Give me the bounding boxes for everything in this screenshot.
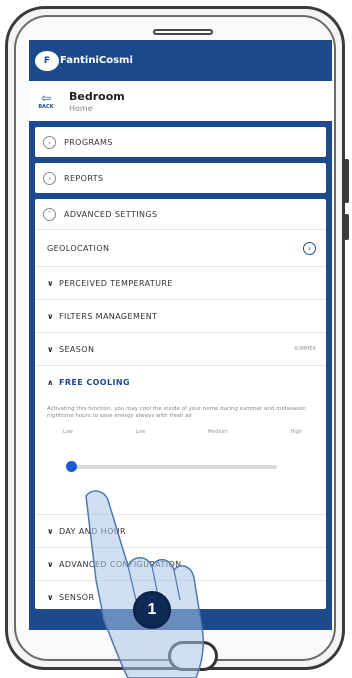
row-label: FILTERS MANAGEMENT xyxy=(59,311,158,321)
chevron-down-icon: ∨ xyxy=(47,592,54,602)
menu-item-reports[interactable]: › REPORTS xyxy=(35,163,326,193)
menu-label: ADVANCED SETTINGS xyxy=(64,209,158,219)
side-button xyxy=(344,214,349,240)
row-label: ADVANCED CONFIGURATION xyxy=(59,559,182,569)
level-label: High xyxy=(290,429,303,435)
chevron-up-icon: ˄ xyxy=(43,207,56,221)
sensor-row[interactable]: ∨ SENSOR xyxy=(35,581,326,613)
perceived-temperature-row[interactable]: ∨ PERCEIVED TEMPERATURE xyxy=(35,267,326,300)
level-label: Low xyxy=(135,429,146,435)
back-button[interactable]: ⇦ BACK xyxy=(29,81,63,121)
row-label: PERCEIVED TEMPERATURE xyxy=(59,278,173,288)
menu-label: REPORTS xyxy=(64,173,104,183)
chevron-up-icon: ∧ xyxy=(47,377,54,387)
day-and-hour-row[interactable]: ∨ DAY AND HOUR xyxy=(35,515,326,548)
step-badge: 1 xyxy=(133,591,171,629)
brand-name: FantiniCosmi xyxy=(60,55,133,66)
level-label: Medium xyxy=(207,429,228,435)
chevron-down-icon: ∨ xyxy=(47,344,54,354)
row-label: SEASON xyxy=(59,344,95,354)
back-icon: ⇦ xyxy=(40,91,52,105)
free-cooling-description: Activating this function, you may cool t… xyxy=(47,406,306,419)
chevron-right-icon[interactable]: › xyxy=(303,241,316,255)
chevron-down-icon: ∨ xyxy=(47,526,54,536)
side-button xyxy=(344,159,349,203)
row-label: GEOLOCATION xyxy=(47,243,110,253)
chevron-down-icon: ∨ xyxy=(47,559,54,569)
advanced-configuration-row[interactable]: ∨ ADVANCED CONFIGURATION xyxy=(35,548,326,581)
home-button[interactable] xyxy=(168,641,218,671)
chevron-right-icon: › xyxy=(43,135,56,149)
menu-item-programs[interactable]: › PROGRAMS xyxy=(35,127,326,157)
content-area: › PROGRAMS › REPORTS ˄ ADVANCED SETTINGS… xyxy=(29,127,332,609)
geolocation-row[interactable]: GEOLOCATION › xyxy=(35,230,326,267)
advanced-settings-panel: ˄ ADVANCED SETTINGS GEOLOCATION › ∨ PERC… xyxy=(35,199,326,609)
row-label: SENSOR xyxy=(59,592,95,602)
row-label: FREE COOLING xyxy=(59,377,130,387)
season-value: SUMMER xyxy=(293,346,316,352)
brand-logo-icon: F xyxy=(35,50,59,71)
page-title: Bedroom xyxy=(69,89,125,103)
menu-label: PROGRAMS xyxy=(64,137,113,147)
speaker-grille xyxy=(153,29,213,35)
level-label: Low xyxy=(63,429,73,435)
page-header: ⇦ BACK Bedroom Home xyxy=(29,81,332,121)
app-topbar: F FantiniCosmi xyxy=(29,40,332,81)
chevron-right-icon: › xyxy=(43,171,56,185)
free-cooling-slider-track[interactable] xyxy=(73,465,277,469)
phone-screen: F FantiniCosmi ⇦ BACK Bedroom Home › PRO… xyxy=(29,40,332,630)
season-row[interactable]: ∨ SEASON SUMMER xyxy=(35,333,326,366)
back-label: BACK xyxy=(38,104,54,110)
chevron-down-icon: ∨ xyxy=(47,311,54,321)
free-cooling-slider-thumb[interactable] xyxy=(66,461,77,472)
level-labels: Low Low Medium High xyxy=(47,429,314,435)
free-cooling-panel: Activating this function, you may cool t… xyxy=(35,398,326,515)
row-label: DAY AND HOUR xyxy=(59,526,126,536)
advanced-settings-toggle[interactable]: ˄ ADVANCED SETTINGS xyxy=(35,199,326,230)
free-cooling-row[interactable]: ∧ FREE COOLING xyxy=(35,366,326,398)
page-subtitle: Home xyxy=(69,103,93,113)
chevron-down-icon: ∨ xyxy=(47,278,54,288)
title-block: Bedroom Home xyxy=(69,90,125,113)
filters-management-row[interactable]: ∨ FILTERS MANAGEMENT xyxy=(35,300,326,333)
